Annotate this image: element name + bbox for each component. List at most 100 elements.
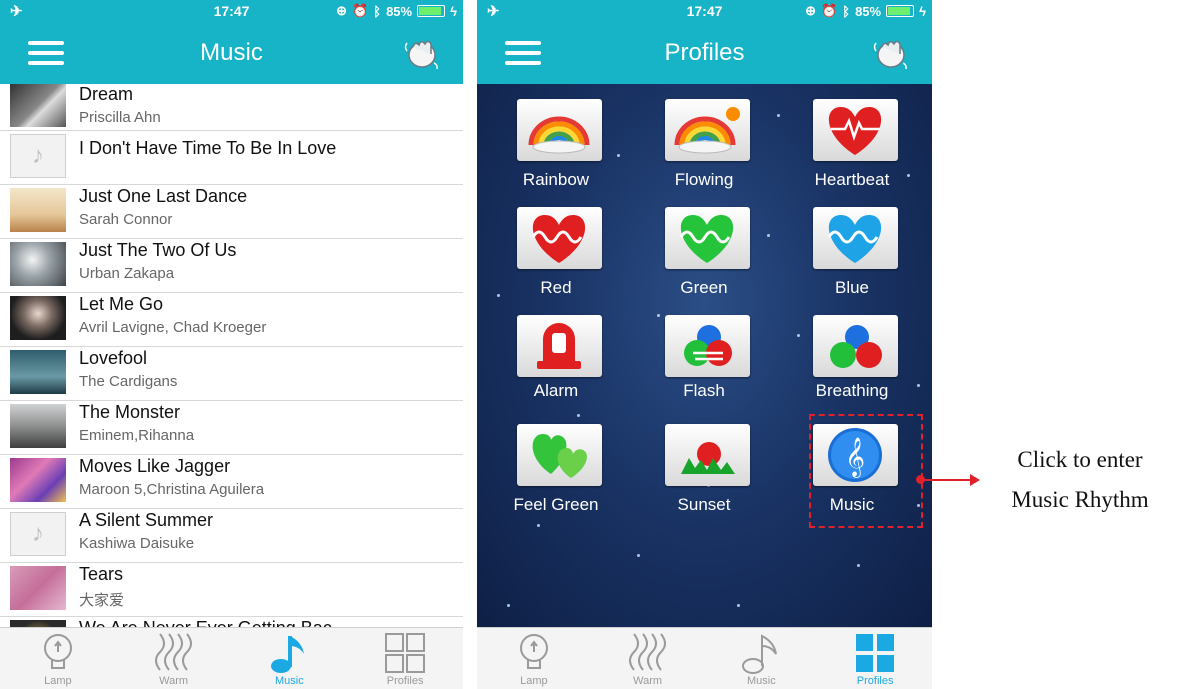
profile-label: Green	[680, 278, 728, 297]
album-art	[10, 350, 66, 394]
song-artist: Avril Lavigne, Chad Kroeger	[79, 319, 267, 336]
tab-label: Profiles	[386, 675, 424, 687]
status-bar: ✈ 17:47 ⊕ ⏰ ᛒ 85% ϟ	[0, 0, 463, 22]
nav-bar: Profiles	[477, 22, 932, 84]
profile-red[interactable]: Red	[482, 192, 630, 300]
song-title: I Don't Have Time To Be In Love	[79, 138, 337, 158]
heat-waves-icon	[154, 633, 192, 671]
music-highlight-box	[809, 414, 923, 528]
list-item[interactable]: Moves Like Jagger Maroon 5,Christina Agu…	[0, 455, 463, 509]
profile-label: Flash	[683, 381, 725, 400]
album-art	[10, 296, 66, 340]
song-title: The Monster	[79, 402, 181, 422]
song-list[interactable]: Dream Priscilla Ahn ♪ I Don't Have Time …	[0, 84, 463, 628]
bluetooth-icon: ᛒ	[842, 3, 851, 19]
arrow-right-icon	[970, 474, 980, 486]
song-artist: Priscilla Ahn	[79, 109, 161, 126]
profile-blue[interactable]: Blue	[778, 192, 926, 300]
profile-heartbeat[interactable]: Heartbeat	[778, 84, 926, 192]
song-title: Moves Like Jagger	[79, 456, 231, 476]
song-artist: Maroon 5,Christina Aguilera	[79, 481, 265, 498]
music-note-placeholder-icon: ♪	[10, 134, 66, 178]
bulb-icon	[43, 634, 72, 669]
profile-label: Red	[540, 278, 572, 297]
list-item[interactable]: ♪ A Silent Summer Kashiwa Daisuke	[0, 509, 463, 563]
rainbow-icon	[528, 116, 590, 154]
album-art	[10, 404, 66, 448]
profile-breathing[interactable]: Breathing	[778, 300, 926, 408]
green-hearts-icon	[532, 434, 587, 478]
tab-profiles[interactable]: Profiles	[347, 628, 463, 689]
alarm-icon: ⏰	[821, 3, 838, 18]
tab-music[interactable]: Music	[232, 628, 348, 689]
alarm-siren-icon	[537, 323, 581, 369]
list-item[interactable]: ♪ I Don't Have Time To Be In Love	[0, 131, 463, 185]
song-artist: Sarah Connor	[79, 211, 173, 228]
profile-green[interactable]: Green	[630, 192, 778, 300]
profile-sunset[interactable]: Sunset	[630, 409, 778, 517]
profile-label: Blue	[834, 278, 870, 297]
list-item[interactable]: Dream Priscilla Ahn	[0, 84, 463, 131]
profile-rainbow[interactable]: Rainbow	[482, 84, 630, 192]
rainbow-sun-icon	[674, 107, 740, 154]
tab-warm[interactable]: Warm	[591, 628, 705, 689]
music-note-placeholder-icon: ♪	[10, 512, 66, 556]
heart-wave-blue-icon	[827, 215, 882, 263]
list-item[interactable]: Just One Last Dance Sarah Connor	[0, 185, 463, 239]
shake-hand-icon[interactable]	[401, 35, 441, 71]
battery-percent: 85%	[386, 3, 413, 19]
song-title: Lovefool	[79, 348, 148, 368]
song-artist: Urban Zakapa	[79, 265, 175, 282]
profile-feel-green[interactable]: Feel Green	[482, 409, 630, 517]
profiles-grid: Rainbow Flowing Heartbeat Red Green Blue…	[477, 84, 932, 628]
tab-lamp[interactable]: Lamp	[0, 628, 116, 689]
profile-label: Breathing	[815, 381, 889, 400]
sunset-icon	[681, 442, 735, 474]
profile-alarm[interactable]: Alarm	[482, 300, 630, 408]
bluetooth-icon: ᛒ	[373, 3, 382, 19]
song-title: Dream	[79, 84, 134, 104]
annotation-line-2: Music Rhythm	[1011, 487, 1149, 512]
profile-flash[interactable]: Flash	[630, 300, 778, 408]
heart-wave-red-icon	[531, 215, 586, 263]
battery-icon	[417, 5, 446, 17]
list-item[interactable]: Tears 大家爱	[0, 563, 463, 617]
charging-icon: ϟ	[450, 3, 457, 19]
profile-label: Heartbeat	[814, 170, 890, 189]
color-balls-flash-icon	[684, 325, 732, 366]
music-screen: ✈ 17:47 ⊕ ⏰ ᛒ 85% ϟ Music Dream Priscill…	[0, 0, 463, 689]
tab-label: Warm	[159, 675, 189, 687]
color-balls-icon	[830, 325, 882, 368]
profile-flowing[interactable]: Flowing	[630, 84, 778, 192]
song-title: Just One Last Dance	[79, 186, 248, 206]
music-note-icon	[742, 634, 778, 674]
grid-icon	[856, 634, 895, 672]
tab-bar: Lamp Warm Music Profiles	[477, 627, 932, 689]
tab-lamp[interactable]: Lamp	[477, 628, 591, 689]
annotation-line-1: Click to enter	[1017, 447, 1143, 472]
tab-music[interactable]: Music	[705, 628, 819, 689]
tab-profiles[interactable]: Profiles	[818, 628, 932, 689]
song-title: A Silent Summer	[79, 510, 214, 530]
list-item[interactable]: The Monster Eminem,Rihanna	[0, 401, 463, 455]
alarm-icon: ⏰	[352, 3, 369, 18]
lock-rotation-icon: ⊕	[805, 3, 817, 18]
song-title: Just The Two Of Us	[79, 240, 237, 260]
battery-icon	[886, 5, 915, 17]
profile-label: Alarm	[533, 381, 579, 400]
song-artist: The Cardigans	[79, 373, 178, 390]
tab-warm[interactable]: Warm	[116, 628, 232, 689]
song-artist: Kashiwa Daisuke	[79, 535, 195, 552]
list-item[interactable]: Let Me Go Avril Lavigne, Chad Kroeger	[0, 293, 463, 347]
tab-label: Warm	[633, 675, 663, 687]
heart-pulse-red-icon	[828, 107, 882, 155]
nav-bar: Music	[0, 22, 463, 84]
list-item[interactable]: Lovefool The Cardigans	[0, 347, 463, 401]
shake-hand-icon[interactable]	[870, 35, 910, 71]
lock-rotation-icon: ⊕	[336, 3, 348, 18]
list-item[interactable]: Just The Two Of Us Urban Zakapa	[0, 239, 463, 293]
page-title: Music	[200, 39, 263, 66]
song-title: Tears	[79, 564, 124, 584]
profile-label: Sunset	[677, 495, 731, 514]
album-art	[10, 458, 66, 502]
